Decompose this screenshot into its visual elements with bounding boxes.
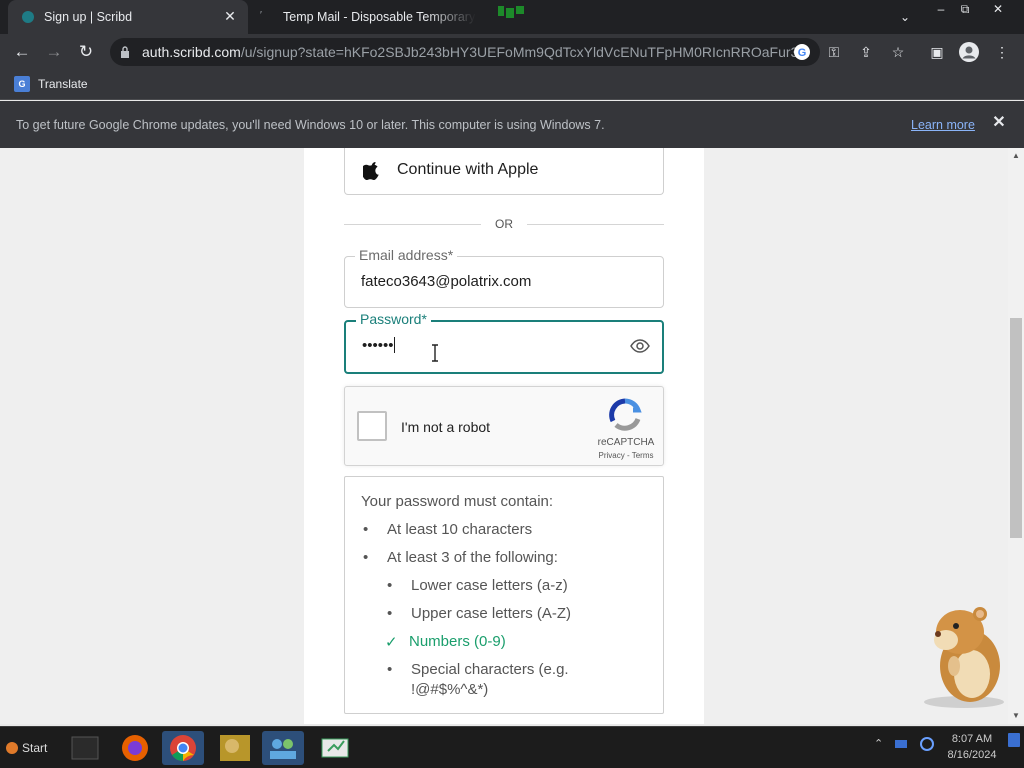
password-label: Password*	[356, 311, 431, 327]
terminal-app-icon[interactable]	[64, 731, 106, 765]
bookmark-label: Translate	[38, 77, 88, 91]
google-icon[interactable]: G	[792, 42, 812, 62]
apple-icon	[363, 161, 379, 180]
tray-monitor-icon[interactable]	[894, 739, 908, 751]
email-input[interactable]: fateco3643@polatrix.com	[361, 273, 531, 290]
password-requirements: Your password must contain: • At least 10…	[344, 476, 664, 714]
windows-orb-icon	[6, 742, 18, 754]
apple-button-label: Continue with Apple	[397, 161, 539, 178]
tab-scribd[interactable]: Sign up | Scribd ✕	[8, 0, 248, 34]
show-desktop-button[interactable]	[1008, 733, 1020, 747]
browser-toolbar: ← → ↻ auth.scribd.com/u/signup?state=hKF…	[0, 34, 1024, 70]
close-window-button[interactable]: ✕	[985, 0, 1011, 18]
spinner-icon: ′	[260, 10, 262, 21]
tab-search-chevron-icon[interactable]: ⌄	[896, 8, 914, 26]
text-cursor-icon	[432, 344, 438, 362]
restore-button[interactable]: ⧉	[952, 0, 978, 18]
bookmark-translate[interactable]: G Translate	[14, 76, 88, 92]
profile-avatar-icon[interactable]	[959, 42, 979, 62]
recaptcha-logo-icon	[609, 398, 642, 431]
share-icon[interactable]: ⇪	[856, 42, 876, 62]
back-button[interactable]: ←	[10, 40, 34, 64]
glitch-icon	[498, 6, 524, 18]
bookmarks-bar: G Translate	[0, 70, 1024, 100]
forward-button[interactable]: →	[42, 40, 66, 64]
close-tab-icon[interactable]: ✕	[222, 8, 238, 24]
chrome-icon[interactable]	[162, 731, 204, 765]
screenshot-tool-icon[interactable]	[314, 731, 356, 765]
show-password-eye-icon[interactable]	[630, 338, 650, 354]
scrollbar-thumb[interactable]	[1010, 318, 1022, 538]
scroll-up-arrow-icon[interactable]: ▲	[1008, 148, 1024, 164]
svg-text:G: G	[798, 47, 807, 59]
reload-button[interactable]: ↻	[74, 40, 98, 64]
firefox-icon[interactable]	[114, 731, 156, 765]
signup-card: Continue with Apple OR Email address* fa…	[304, 148, 704, 724]
lock-icon	[121, 46, 129, 58]
clock-date: 8/16/2024	[947, 749, 997, 761]
scroll-down-arrow-icon[interactable]: ▼	[1008, 708, 1024, 724]
side-panel-icon[interactable]: ▣	[927, 42, 947, 62]
network-users-icon[interactable]	[262, 731, 304, 765]
email-label: Email address*	[355, 247, 458, 263]
infobar-message: To get future Google Chrome updates, you…	[16, 118, 605, 132]
check-icon: ✓	[385, 634, 398, 651]
password-input: ••••••	[362, 337, 394, 354]
menu-kebab-icon[interactable]: ⋮	[992, 42, 1012, 62]
update-infobar: To get future Google Chrome updates, you…	[0, 101, 1024, 148]
tab-strip: Sign up | Scribd ✕ ′ Temp Mail - Disposa…	[0, 0, 1024, 34]
tray-chevron-icon[interactable]: ⌃	[874, 737, 883, 750]
password-field[interactable]: Password* ••••••	[344, 311, 664, 374]
address-bar[interactable]: auth.scribd.com/u/signup?state=hKFo2SBJb…	[110, 38, 820, 66]
minimize-button[interactable]: –	[928, 0, 954, 18]
start-label: Start	[22, 741, 48, 755]
requirements-heading: Your password must contain:	[361, 493, 554, 510]
windows-taskbar: Start ⌃ 8:07 AM 8/16/2024	[0, 726, 1024, 768]
page-viewport: Continue with Apple OR Email address* fa…	[0, 148, 1008, 724]
url-host: auth.scribd.com	[142, 44, 241, 60]
text-caret	[393, 337, 395, 353]
or-divider: OR	[344, 217, 664, 231]
url-path: /u/signup?state=hKFo2SBJb243bHY3UEFoMm9Q…	[240, 44, 811, 60]
recaptcha-widget: I'm not a robot reCAPTCHA Privacy - Term…	[344, 386, 664, 466]
scribd-favicon-icon	[22, 11, 34, 23]
sandbox-app-icon[interactable]	[214, 731, 256, 765]
learn-more-link[interactable]: Learn more	[911, 118, 975, 132]
translate-icon: G	[14, 76, 30, 92]
recaptcha-label: I'm not a robot	[401, 419, 491, 435]
hamster-mascot-icon	[924, 607, 1004, 708]
system-clock[interactable]: 8:07 AM 8/16/2024	[940, 731, 1004, 763]
close-infobar-icon[interactable]: ✕	[990, 114, 1008, 132]
key-icon[interactable]: ⚿	[824, 42, 844, 62]
continue-with-apple-button[interactable]: Continue with Apple	[344, 148, 664, 195]
tab-temp-mail[interactable]: ′ Temp Mail - Disposable Temporary Email	[256, 0, 476, 34]
recaptcha-links[interactable]: Privacy - Terms	[591, 451, 661, 460]
start-button[interactable]: Start	[2, 733, 54, 763]
star-icon[interactable]: ☆	[888, 42, 908, 62]
email-field[interactable]: Email address* fateco3643@polatrix.com	[344, 247, 664, 308]
clock-time: 8:07 AM	[951, 733, 993, 745]
tray-network-icon[interactable]	[920, 737, 934, 751]
recaptcha-brand: reCAPTCHA	[597, 437, 655, 448]
recaptcha-checkbox[interactable]	[357, 411, 387, 441]
page-scrollbar[interactable]: ▲ ▼	[1008, 148, 1024, 724]
tab-title: Sign up | Scribd	[44, 10, 133, 24]
